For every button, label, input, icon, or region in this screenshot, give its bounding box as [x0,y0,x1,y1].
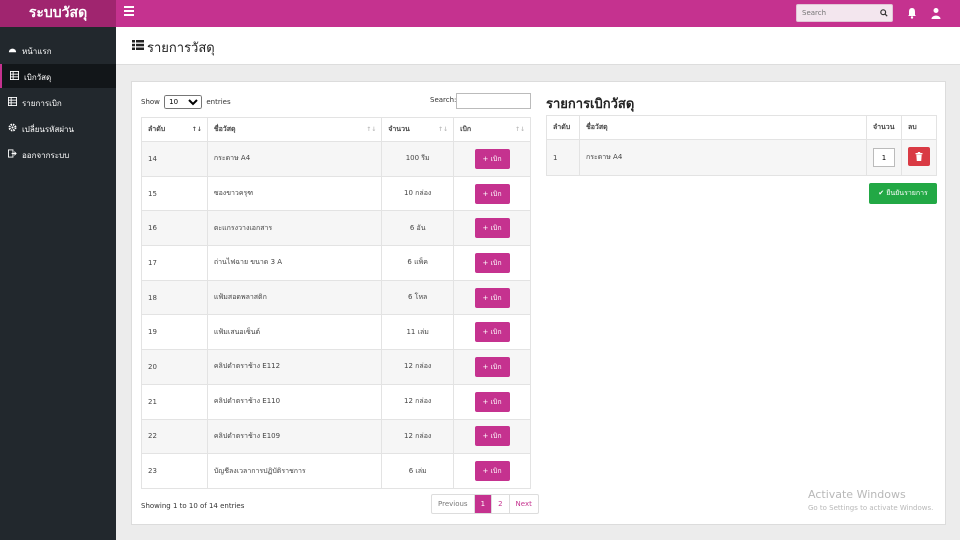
materials-table: ลำดับ ↑↓ ชื่อวัสดุ ↑↓ จำนวน ↑↓ เบิก ↑↓ 14 กระ… [141,117,531,489]
table-row: 19 แฟ้มเสนอเซ็นต์ 11 เล่ม + เบิก [141,314,531,351]
table-search-input[interactable] [456,93,531,109]
table-row: 23 บัญชีลงเวลาการปฏิบัติราชการ 6 เล่ม + เบิ… [141,453,531,489]
sort-icon: ↑↓ [438,126,449,133]
brand-logo[interactable]: ระบบวัสดุ [0,0,116,27]
confirm-button[interactable]: ✔ ยืนยันรายการ [869,183,937,204]
confirm-label: ยืนยันรายการ [886,189,928,197]
column-header-name: ชื่อวัสดุ [578,115,867,140]
column-header-pick[interactable]: เบิก ↑↓ [453,117,531,142]
pick-button[interactable]: + เบิก [474,218,510,239]
withdraw-list-title: รายการเบิกวัสดุ [546,97,635,112]
sidebar-item-logout[interactable]: ออกจากระบบ [0,142,116,166]
pagination-page-2[interactable]: 2 [491,495,508,513]
table-row: 15 ซองขาวครุฑ 10 กล่อง + เบิก [141,175,531,212]
column-header-delete: ลบ [900,115,938,140]
column-header-no: ลำดับ [546,115,580,140]
quantity-input[interactable] [872,148,895,167]
withdraw-table: ลำดับ ชื่อวัสดุ จำนวน ลบ 1 กระดาษ A4 [546,115,938,176]
table-row: 17 ถ่านไฟฉาย ขนาด 3 A6 แพ็ค + เบิก [141,245,531,281]
pick-button[interactable]: + เบิก [474,391,510,412]
sidebar-item-home[interactable]: หน้าแรก [0,38,116,62]
sidebar-item-change-password[interactable]: เปลี่ยนรหัสผ่าน [0,116,116,140]
pick-button[interactable]: + เบิก [474,322,510,343]
search-icon[interactable] [880,9,888,17]
list-icon [132,40,144,50]
pagination-previous[interactable]: Previous [432,495,474,513]
page-length-select[interactable]: 10 [164,95,203,109]
sidebar-item-label: รายการเบิก [22,99,62,108]
sidebar-item-withdraw-list[interactable]: รายการเบิก [0,90,116,114]
pick-button[interactable]: + เบิก [474,183,510,204]
sidebar-item-label: เปลี่ยนรหัสผ่าน [22,125,74,134]
column-header-qty[interactable]: จำนวน ↑↓ [381,117,455,142]
table-row: 1 กระดาษ A4 [546,139,938,176]
pick-button[interactable]: + เบิก [474,252,510,273]
pagination-next[interactable]: Next [508,495,538,513]
page-length-control: Show 10 entries [141,95,231,109]
pick-button[interactable]: + เบิก [474,461,510,482]
trash-icon [915,152,923,161]
sign-out-icon [8,149,17,158]
navbar-search [796,4,893,22]
watermark-subtitle: Go to Settings to activate Windows. [808,504,934,512]
bell-icon[interactable] [906,7,918,19]
table-row: 22 คลิปดำตราช้าง E109 12 กล่อง + เบิก [141,418,531,455]
sidebar-item-withdraw[interactable]: เบิกวัสดุ [0,64,116,88]
entries-label: entries [206,98,231,106]
table-icon [10,71,19,80]
sort-asc-icon: ↑↓ [191,126,202,133]
navbar-search-input[interactable] [797,5,877,21]
sidebar-item-label: ออกจากระบบ [22,151,70,160]
show-label: Show [141,98,160,106]
pick-button[interactable]: + เบิก [474,287,510,308]
watermark-title: Activate Windows [808,488,906,501]
dashboard-icon [8,48,17,53]
delete-button[interactable] [907,147,930,166]
table-icon [8,97,17,106]
table-row: 21 คลิปดำตราช้าง E110 12 กล่อง + เบิก [141,383,531,420]
user-icon[interactable] [930,7,942,19]
sidebar-item-label: เบิกวัสดุ [24,73,52,82]
table-row: 20 คลิปดำตราช้าง E112 12 กล่อง + เบิก [141,349,531,385]
table-row: 14 กระดาษ A4 100 รีม + เบิก [141,141,531,177]
sort-icon: ↑↓ [514,126,525,133]
column-header-no[interactable]: ลำดับ ↑↓ [141,117,208,142]
table-info: Showing 1 to 10 of 14 entries [141,502,245,510]
table-row: 16 ตะแกรงวางเอกสาร 6 อัน + เบิก [141,210,531,247]
sidebar-item-label: หน้าแรก [22,47,52,56]
column-header-qty: จำนวน [865,115,902,140]
menu-toggle-icon[interactable] [124,6,134,19]
pagination-page-1[interactable]: 1 [473,495,492,513]
pick-button[interactable]: + เบิก [474,356,510,377]
gear-icon [8,123,17,132]
table-row: 18 แฟ้มสอดพลาสติก 6 โหล + เบิก [141,279,531,316]
column-header-name[interactable]: ชื่อวัสดุ ↑↓ [206,117,383,142]
pick-button[interactable]: + เบิก [474,148,510,169]
activate-windows-watermark: Activate Windows Go to Settings to activ… [808,488,933,512]
page-header: รายการวัสดุ [116,27,960,65]
pick-button[interactable]: + เบิก [474,426,510,447]
sidebar: หน้าแรก เบิกวัสดุ รายการเบิก เปลี่ยนรหัส… [0,27,116,540]
page-title: รายการวัสดุ [147,41,215,56]
sort-icon: ↑↓ [366,126,377,133]
pagination: Previous 1 2 Next [431,494,539,514]
check-icon: ✔ [878,189,885,197]
table-search-label: Search: [430,96,457,104]
